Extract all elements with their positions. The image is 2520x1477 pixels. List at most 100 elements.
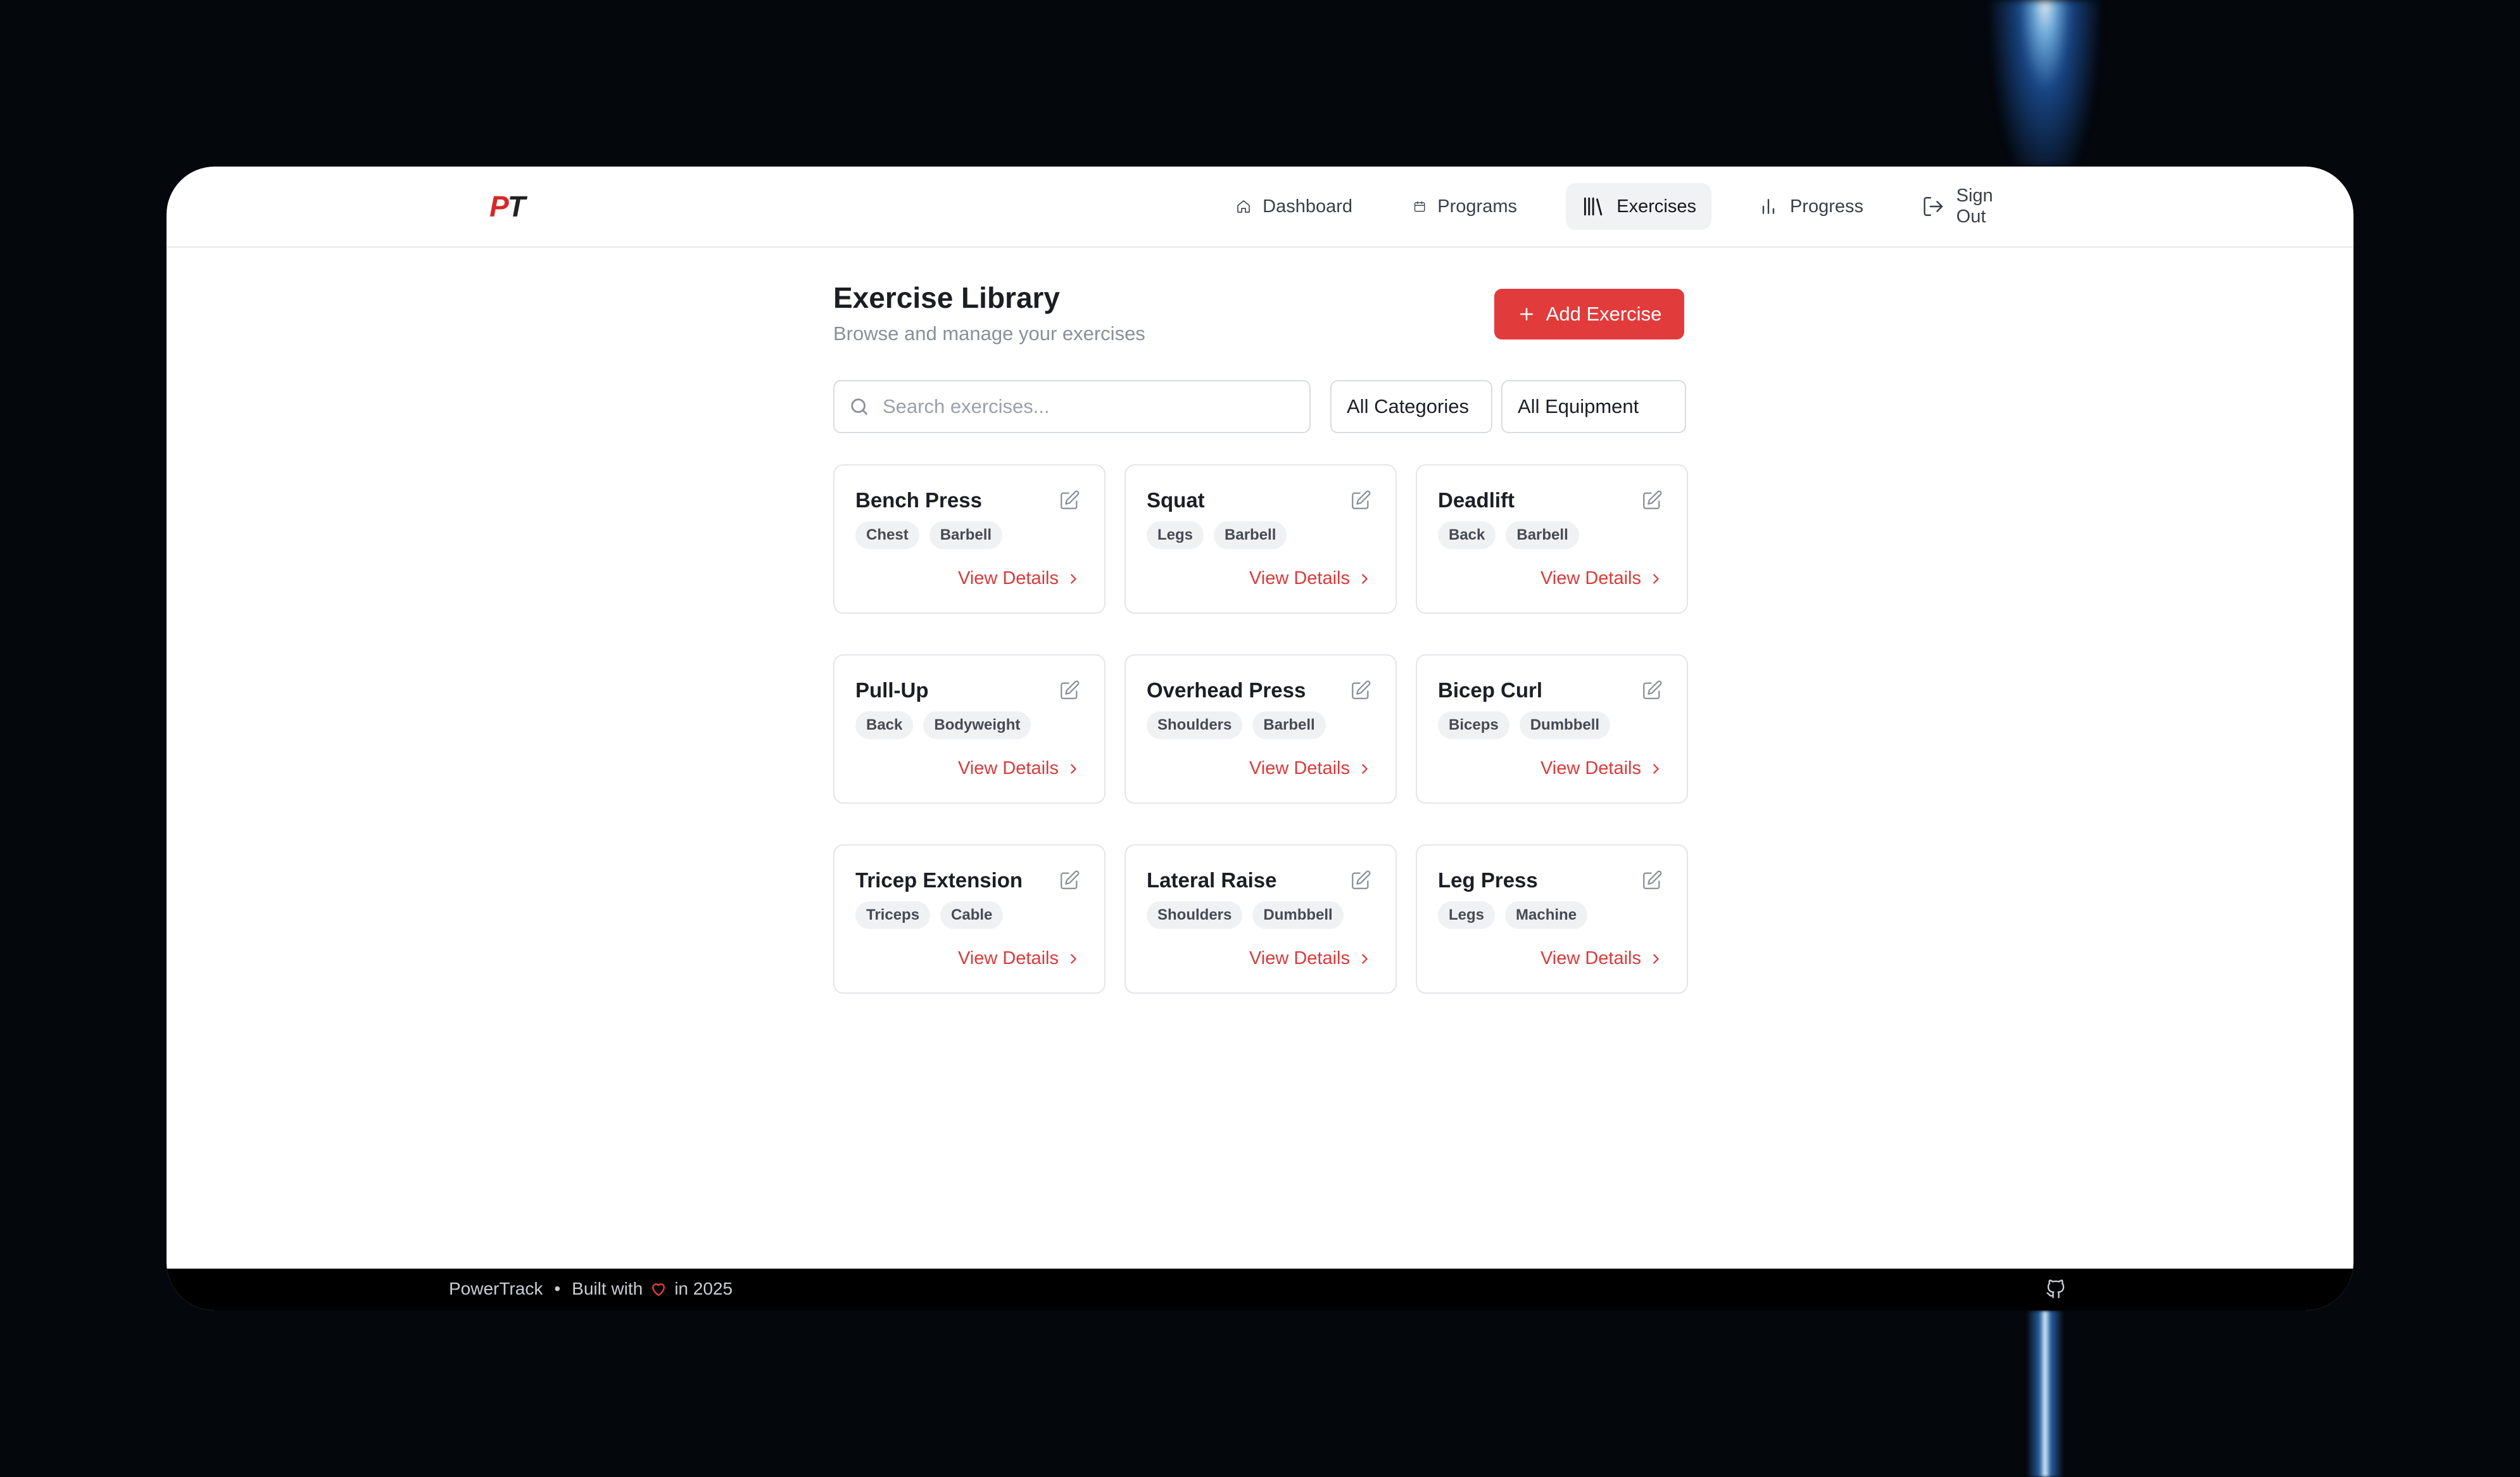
exercise-card[interactable]: Tricep Extension Triceps Cable View Details [833, 844, 1106, 994]
equipment-tag: Dumbbell [1519, 711, 1611, 739]
exercise-card[interactable]: Squat Legs Barbell View Details [1125, 464, 1397, 614]
view-details-label: View Details [1249, 948, 1350, 968]
nav-progress[interactable]: Progress [1743, 183, 1879, 230]
category-tag: Chest [855, 521, 919, 549]
exercise-card[interactable]: Bench Press Chest Barbell View Details [833, 464, 1106, 614]
view-details-link[interactable]: View Details [1249, 568, 1371, 589]
category-tag: Shoulders [1147, 901, 1243, 929]
exercise-name: Deadlift [1438, 488, 1515, 512]
edit-icon[interactable] [1059, 680, 1080, 701]
equipment-tag: Barbell [1506, 521, 1579, 549]
view-details-link[interactable]: View Details [958, 948, 1080, 969]
equipment-tag: Barbell [1252, 711, 1326, 739]
sign-out-icon [1924, 197, 1943, 216]
category-select[interactable]: All Categories [1330, 380, 1492, 433]
view-details-label: View Details [957, 568, 1059, 588]
add-exercise-label: Add Exercise [1546, 303, 1662, 325]
view-details-link[interactable]: View Details [1249, 948, 1371, 969]
chevron-right-icon [1071, 953, 1076, 964]
library-icon [1584, 197, 1603, 216]
equipment-tag: Barbell [929, 521, 1003, 549]
nav-sign-out[interactable]: Sign Out [1906, 183, 2037, 230]
edit-icon[interactable] [1641, 490, 1663, 511]
calendar-icon [1414, 201, 1425, 212]
view-details-link[interactable]: View Details [1540, 568, 1663, 589]
footer-built-with: Built with [572, 1279, 643, 1298]
edit-icon[interactable] [1350, 680, 1371, 701]
view-details-link[interactable]: View Details [1249, 758, 1371, 779]
exercise-tags: Biceps Dumbbell [1438, 711, 1611, 739]
exercise-name: Lateral Raise [1147, 868, 1277, 892]
page-title: Exercise Library [833, 281, 1061, 314]
chevron-right-icon [1653, 953, 1659, 964]
github-icon[interactable] [2044, 1277, 2067, 1300]
view-details-label: View Details [1249, 758, 1350, 778]
exercise-name: Bench Press [855, 488, 982, 512]
exercise-tags: Legs Barbell [1147, 521, 1287, 549]
exercise-tags: Legs Machine [1438, 901, 1588, 929]
view-details-label: View Details [957, 758, 1059, 778]
exercise-card[interactable]: Leg Press Legs Machine View Details [1416, 844, 1688, 994]
chevron-right-icon [1362, 573, 1368, 584]
view-details-link[interactable]: View Details [1540, 758, 1663, 779]
footer: PowerTrack • Built with in 2025 [167, 1269, 2353, 1310]
nav-programs[interactable]: Programs [1398, 183, 1532, 230]
category-tag: Back [855, 711, 914, 739]
footer-brand: PowerTrack [449, 1279, 543, 1298]
exercise-card[interactable]: Pull-Up Back Bodyweight View Details [833, 654, 1106, 804]
nav-dashboard[interactable]: Dashboard [1221, 183, 1368, 230]
equipment-tag: Machine [1505, 901, 1588, 929]
page-subtitle: Browse and manage your exercises [833, 322, 1145, 345]
add-exercise-button[interactable]: Add Exercise [1494, 289, 1684, 339]
logo[interactable]: PT [489, 189, 526, 224]
exercise-tags: Shoulders Dumbbell [1147, 901, 1344, 929]
chevron-right-icon [1362, 763, 1368, 774]
equipment-tag: Cable [940, 901, 1004, 929]
footer-text: PowerTrack • Built with in 2025 [449, 1279, 733, 1299]
category-tag: Back [1438, 521, 1496, 549]
exercise-tags: Back Bodyweight [855, 711, 1031, 739]
equipment-tag: Dumbbell [1252, 901, 1344, 929]
chevron-right-icon [1362, 953, 1368, 964]
exercise-name: Leg Press [1438, 868, 1538, 892]
edit-icon[interactable] [1350, 870, 1371, 891]
nav-label: Progress [1789, 196, 1863, 217]
edit-icon[interactable] [1641, 870, 1663, 891]
logo-letter-t: T [507, 190, 526, 223]
search-input[interactable] [881, 395, 1276, 419]
view-details-link[interactable]: View Details [958, 568, 1080, 589]
chevron-right-icon [1653, 763, 1659, 774]
footer-separator: • [554, 1279, 561, 1298]
exercise-card[interactable]: Lateral Raise Shoulders Dumbbell View Detai… [1125, 844, 1397, 994]
edit-icon[interactable] [1641, 680, 1663, 701]
view-details-link[interactable]: View Details [958, 758, 1080, 779]
category-tag: Biceps [1438, 711, 1509, 739]
equipment-tag: Barbell [1214, 521, 1287, 549]
exercise-name: Bicep Curl [1438, 678, 1543, 702]
view-details-link[interactable]: View Details [1540, 948, 1663, 969]
search-box [833, 380, 1311, 433]
bar-chart-icon [1762, 199, 1775, 214]
nav-label: Programs [1437, 196, 1517, 217]
equipment-select[interactable]: All Equipment [1501, 380, 1686, 433]
edit-icon[interactable] [1059, 870, 1080, 891]
nav-label: Sign Out [1956, 186, 1993, 227]
edit-icon[interactable] [1059, 490, 1080, 511]
edit-icon[interactable] [1350, 490, 1371, 511]
footer-year: in 2025 [674, 1279, 733, 1298]
exercise-tags: Back Barbell [1438, 521, 1579, 549]
search-icon [851, 398, 867, 415]
top-navigation-bar: PT Dashboard Programs Exercises Progress… [167, 167, 2353, 248]
view-details-label: View Details [957, 948, 1059, 968]
category-tag: Triceps [855, 901, 931, 929]
view-details-label: View Details [1540, 758, 1641, 778]
chevron-right-icon [1653, 573, 1659, 584]
nav-exercises[interactable]: Exercises [1566, 183, 1711, 230]
exercise-card[interactable]: Bicep Curl Biceps Dumbbell View Details [1416, 654, 1688, 804]
nav-label: Exercises [1616, 196, 1696, 217]
exercise-card[interactable]: Deadlift Back Barbell View Details [1416, 464, 1688, 614]
exercise-card[interactable]: Overhead Press Shoulders Barbell View Detai… [1125, 654, 1397, 804]
chevron-right-icon [1071, 763, 1076, 774]
exercise-name: Tricep Extension [855, 868, 1023, 892]
exercise-tags: Triceps Cable [855, 901, 1004, 929]
